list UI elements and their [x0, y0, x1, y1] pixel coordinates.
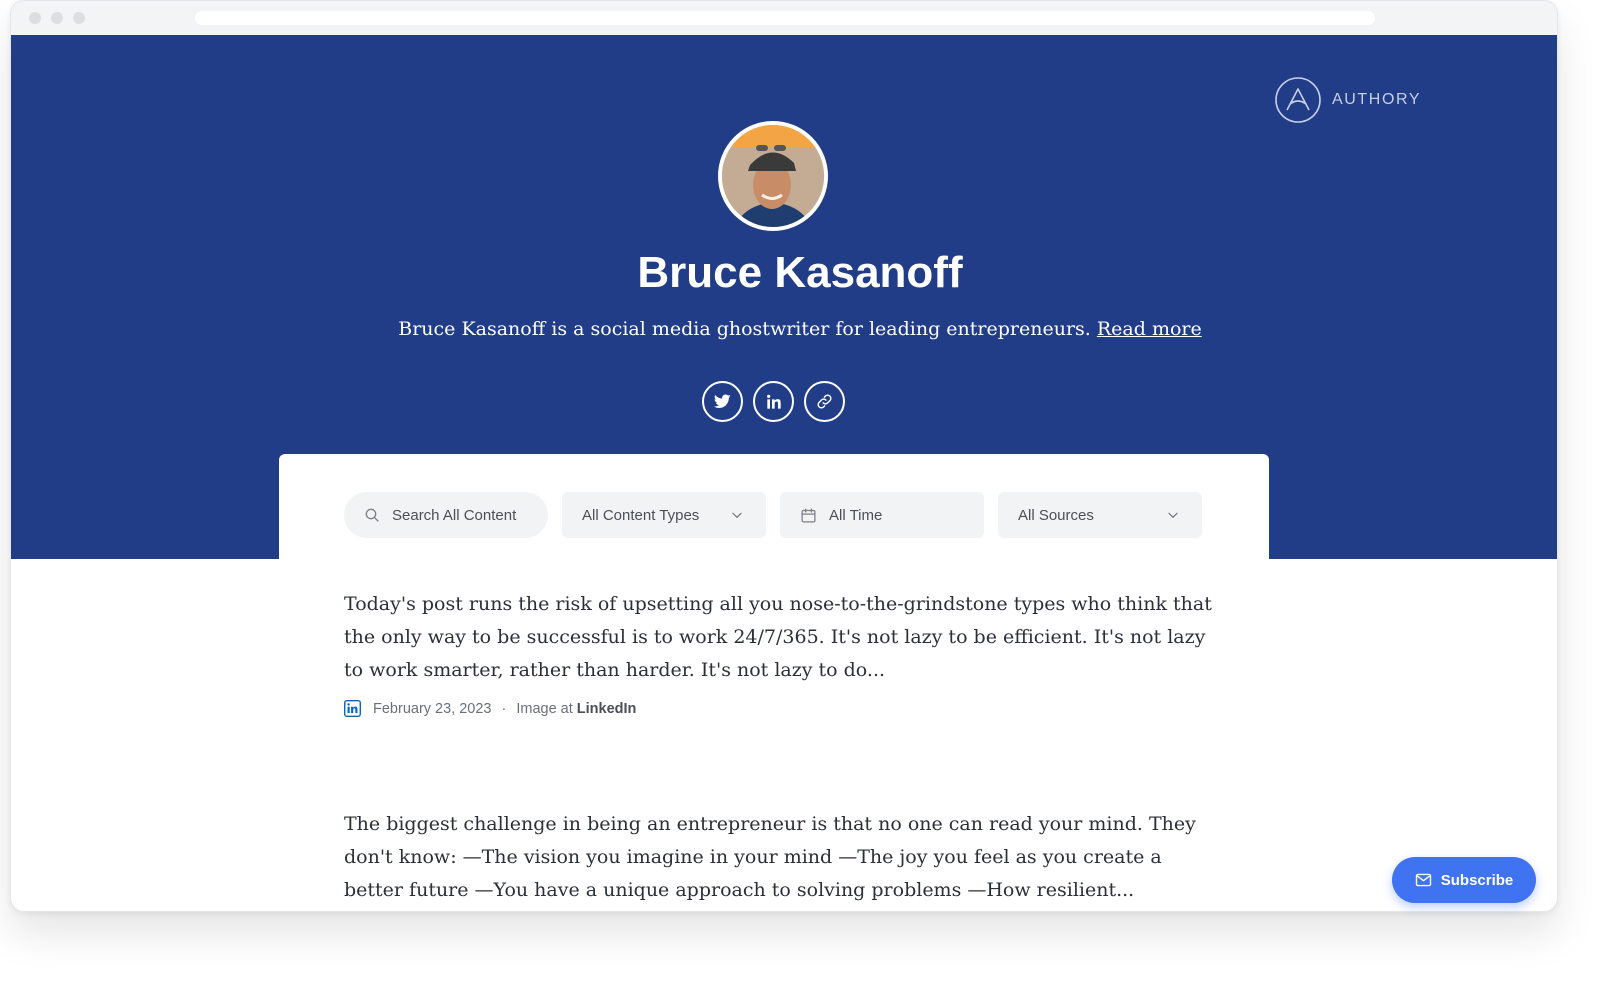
twitter-link[interactable] — [702, 381, 743, 422]
linkedin-icon — [344, 700, 361, 717]
linkedin-link[interactable] — [753, 381, 794, 422]
profile-bio: Bruce Kasanoff is a social media ghostwr… — [0, 318, 1600, 340]
post-meta: February 23, 2023 · Image at LinkedIn — [344, 700, 636, 717]
linkedin-icon — [766, 394, 781, 409]
mail-icon — [1415, 873, 1431, 887]
profile-name: Bruce Kasanoff — [637, 248, 963, 297]
twitter-icon — [714, 394, 731, 408]
post-source[interactable]: LinkedIn — [577, 701, 637, 717]
post-excerpt[interactable]: The biggest challenge in being an entrep… — [344, 808, 1214, 907]
sources-select[interactable]: All Sources — [998, 492, 1202, 538]
address-bar[interactable] — [195, 11, 1375, 25]
subscribe-button[interactable]: Subscribe — [1392, 857, 1536, 903]
authory-logo-icon — [1275, 77, 1321, 123]
website-link[interactable] — [804, 381, 845, 422]
meta-separator: · — [501, 700, 507, 717]
time-range-select[interactable]: All Time — [780, 492, 984, 538]
read-more-link[interactable]: Read more — [1097, 318, 1202, 340]
link-icon — [817, 394, 832, 409]
avatar-photo — [722, 125, 824, 227]
window-dot-minimize[interactable] — [51, 12, 63, 24]
content-type-label: All Content Types — [582, 506, 700, 524]
search-input[interactable]: Search All Content — [344, 492, 548, 538]
calendar-icon — [801, 507, 816, 523]
brand-name: AUTHORY — [1332, 91, 1422, 108]
window-dot-maximize[interactable] — [73, 12, 85, 24]
chevron-down-icon — [732, 512, 742, 518]
post-type: Image at — [516, 700, 573, 717]
avatar — [718, 121, 828, 231]
brand-logo[interactable]: AUTHORY — [1274, 76, 1421, 124]
content-type-select[interactable]: All Content Types — [562, 492, 766, 538]
profile-bio-text: Bruce Kasanoff is a social media ghostwr… — [398, 318, 1091, 340]
social-links — [702, 381, 845, 422]
chevron-down-icon — [1168, 512, 1178, 518]
window-dot-close[interactable] — [29, 12, 41, 24]
post-date: February 23, 2023 — [373, 700, 492, 717]
search-icon — [365, 508, 379, 522]
browser-chrome — [11, 1, 1557, 35]
sources-label: All Sources — [1018, 506, 1094, 524]
search-placeholder: Search All Content — [392, 506, 517, 524]
post-excerpt[interactable]: Today's post runs the risk of upsetting … — [344, 588, 1214, 687]
subscribe-label: Subscribe — [1440, 871, 1514, 889]
time-range-label: All Time — [829, 506, 883, 524]
